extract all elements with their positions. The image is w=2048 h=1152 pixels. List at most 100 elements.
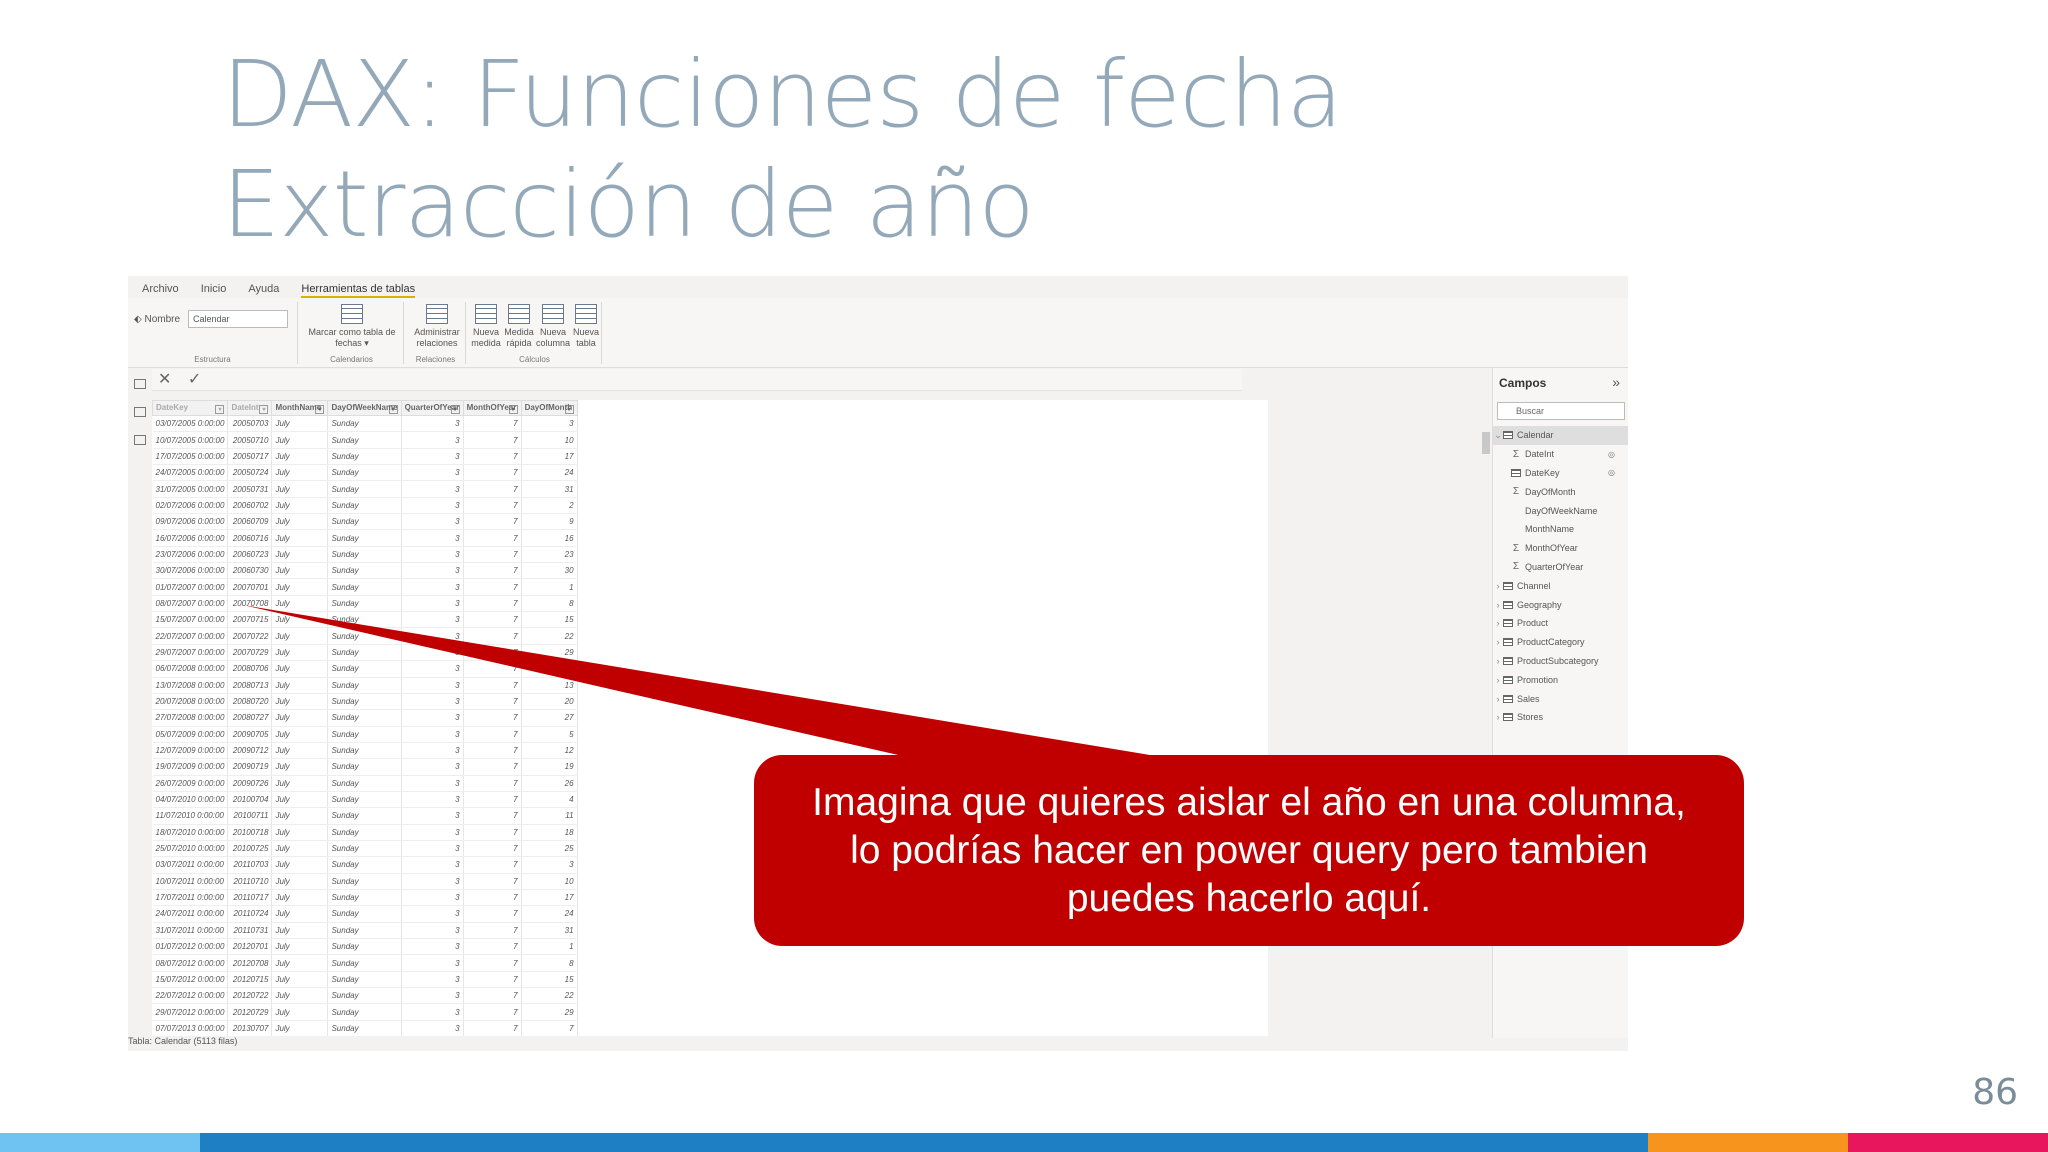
table-cell[interactable]: July	[271, 693, 329, 711]
table-cell[interactable]: Sunday	[327, 415, 402, 433]
table-cell[interactable]: 3	[401, 448, 464, 466]
table-cell[interactable]: 1	[521, 938, 578, 956]
table-cell[interactable]: 20/07/2008 0:00:00	[152, 693, 229, 711]
column-header[interactable]: ▾ MonthName	[271, 400, 329, 416]
table-cell[interactable]: July	[271, 889, 329, 907]
nueva-medida-button[interactable]: Nueva medida	[470, 304, 502, 349]
menu-item-archivo[interactable]: Archivo	[142, 283, 179, 298]
table-cell[interactable]: 20130707	[227, 1020, 273, 1036]
table-cell[interactable]: 11	[521, 807, 578, 825]
table-cell[interactable]: 3	[521, 415, 578, 433]
table-cell[interactable]: Sunday	[327, 562, 402, 580]
table-cell[interactable]: 7	[463, 987, 522, 1005]
table-cell[interactable]: 20050731	[227, 480, 273, 498]
table-cell[interactable]: 15	[521, 971, 578, 989]
table-cell[interactable]: 20090712	[227, 742, 273, 760]
table-cell[interactable]: Sunday	[327, 873, 402, 890]
table-cell[interactable]: 31	[521, 480, 578, 498]
table-cell[interactable]: 25	[521, 840, 578, 858]
table-cell[interactable]: Sunday	[327, 824, 402, 841]
table-cell[interactable]: 12	[521, 742, 578, 760]
table-cell[interactable]: 11/07/2010 0:00:00	[152, 807, 229, 825]
table-cell[interactable]: 3	[401, 889, 464, 907]
field-item-promotion[interactable]: › Promotion	[1493, 670, 1628, 689]
table-cell[interactable]: 3	[401, 742, 464, 760]
table-cell[interactable]: 3	[401, 513, 464, 531]
table-cell[interactable]: 3	[401, 644, 464, 662]
table-cell[interactable]: 7	[463, 856, 522, 874]
table-cell[interactable]: Sunday	[327, 905, 402, 923]
table-cell[interactable]: July	[271, 513, 329, 531]
table-cell[interactable]: 08/07/2012 0:00:00	[152, 954, 229, 972]
table-cell[interactable]: 7	[463, 922, 522, 940]
table-cell[interactable]: Sunday	[327, 480, 402, 498]
table-cell[interactable]: 20080706	[227, 660, 273, 678]
table-cell[interactable]: 3	[401, 480, 464, 498]
table-cell[interactable]: July	[271, 775, 329, 792]
table-cell[interactable]: 3	[401, 987, 464, 1005]
table-cell[interactable]: 20060702	[227, 497, 273, 515]
model-view-icon[interactable]	[134, 435, 146, 445]
table-cell[interactable]: Sunday	[327, 954, 402, 972]
table-cell[interactable]: 06/07/2008 0:00:00	[152, 660, 229, 678]
table-cell[interactable]: 10/07/2011 0:00:00	[152, 873, 229, 890]
table-cell[interactable]: 31/07/2005 0:00:00	[152, 480, 229, 498]
table-cell[interactable]: 7	[463, 938, 522, 956]
table-cell[interactable]: July	[271, 987, 329, 1005]
marcar-tabla-fechas-button[interactable]: Marcar como tabla de fechas ▾	[304, 304, 400, 349]
scrollbar-thumb[interactable]	[1482, 432, 1490, 454]
table-cell[interactable]: July	[271, 431, 329, 449]
table-cell[interactable]: July	[271, 627, 329, 645]
table-cell[interactable]: 7	[521, 1020, 578, 1036]
table-cell[interactable]: Sunday	[327, 513, 402, 531]
table-cell[interactable]: Sunday	[327, 807, 402, 825]
nombre-input[interactable]: Calendar	[188, 310, 288, 328]
table-cell[interactable]: 7	[463, 873, 522, 890]
field-item-datekey[interactable]: DateKey ◎	[1493, 464, 1628, 483]
table-cell[interactable]: 22	[521, 987, 578, 1005]
table-cell[interactable]: Sunday	[327, 987, 402, 1005]
table-cell[interactable]: 3	[401, 546, 464, 564]
table-cell[interactable]: Sunday	[327, 1003, 402, 1021]
field-item-quarterofyear[interactable]: Σ QuarterOfYear	[1493, 558, 1628, 577]
medida-rapida-button[interactable]: Medida rápida	[503, 304, 535, 349]
table-cell[interactable]: 20110717	[227, 889, 273, 907]
hidden-eye-icon[interactable]: ◎	[1608, 468, 1615, 477]
table-cell[interactable]: 17/07/2005 0:00:00	[152, 448, 229, 466]
table-cell[interactable]: 1	[521, 578, 578, 596]
table-cell[interactable]: 02/07/2006 0:00:00	[152, 497, 229, 515]
table-cell[interactable]: 7	[463, 807, 522, 825]
table-cell[interactable]: 3	[401, 709, 464, 727]
table-cell[interactable]: 30/07/2006 0:00:00	[152, 562, 229, 580]
table-cell[interactable]: 20120715	[227, 971, 273, 989]
table-cell[interactable]: Sunday	[327, 431, 402, 449]
column-header[interactable]: ▾ DateInt	[227, 400, 273, 416]
table-cell[interactable]: 7	[463, 578, 522, 596]
table-cell[interactable]: July	[271, 1020, 329, 1036]
table-cell[interactable]: 3	[401, 922, 464, 940]
table-cell[interactable]: July	[271, 873, 329, 890]
table-cell[interactable]: 7	[463, 709, 522, 727]
table-cell[interactable]: 3	[401, 1020, 464, 1036]
field-item-sales[interactable]: › Sales	[1493, 689, 1628, 708]
table-cell[interactable]: 15/07/2007 0:00:00	[152, 611, 229, 629]
table-cell[interactable]: 7	[463, 824, 522, 841]
table-cell[interactable]: July	[271, 578, 329, 596]
table-cell[interactable]: 3	[401, 905, 464, 923]
table-cell[interactable]: 3	[401, 775, 464, 792]
table-cell[interactable]: 7	[463, 464, 522, 482]
hidden-eye-icon[interactable]: ◎	[1608, 450, 1615, 459]
table-cell[interactable]: July	[271, 971, 329, 989]
table-cell[interactable]: 3	[401, 954, 464, 972]
table-cell[interactable]: 7	[463, 1020, 522, 1036]
table-cell[interactable]: Sunday	[327, 578, 402, 596]
table-cell[interactable]: 20070722	[227, 627, 273, 645]
table-cell[interactable]: July	[271, 644, 329, 662]
table-cell[interactable]: 20100704	[227, 791, 273, 809]
table-cell[interactable]: July	[271, 415, 329, 433]
table-cell[interactable]: 7	[463, 775, 522, 792]
table-cell[interactable]: 10	[521, 873, 578, 890]
data-view-icon[interactable]	[134, 407, 146, 417]
table-cell[interactable]: 03/07/2005 0:00:00	[152, 415, 229, 433]
table-cell[interactable]: Sunday	[327, 1020, 402, 1036]
